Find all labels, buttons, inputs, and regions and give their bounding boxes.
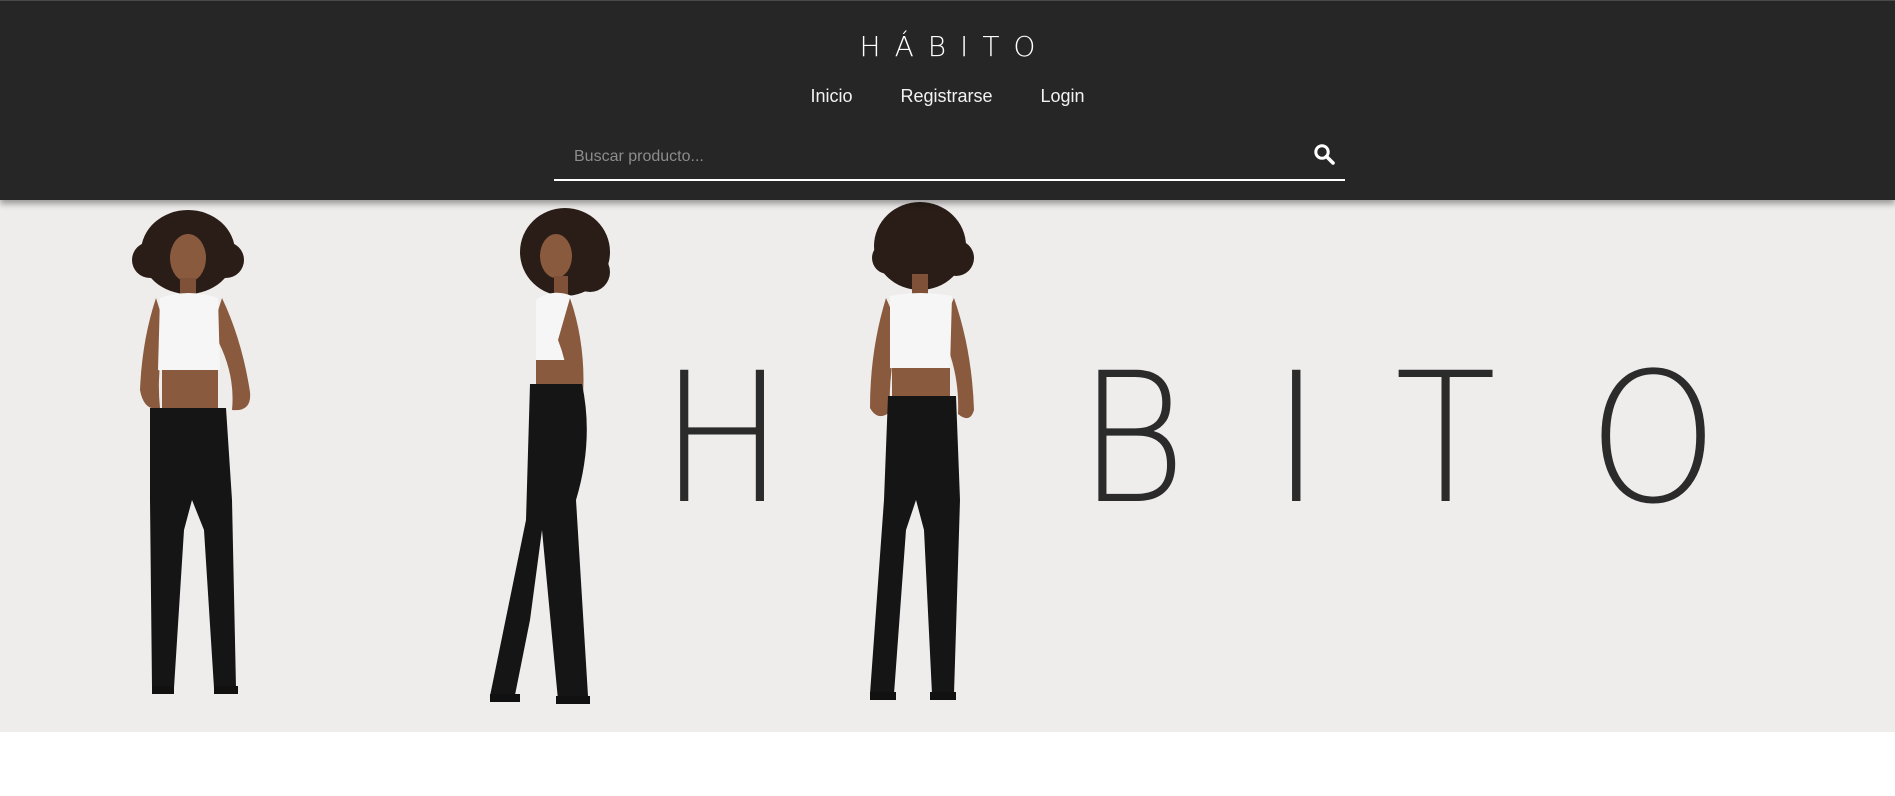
site-header: HÁBITO Inicio Registrarse Login bbox=[0, 0, 1895, 200]
search-icon[interactable] bbox=[1311, 141, 1339, 169]
hero-letter-b: B bbox=[1078, 335, 1187, 544]
search-bar bbox=[554, 135, 1345, 181]
hero-letter-t: T bbox=[1395, 335, 1497, 544]
search-input[interactable] bbox=[554, 135, 1294, 179]
model-side-image bbox=[490, 208, 610, 704]
main-nav: Inicio Registrarse Login bbox=[0, 83, 1895, 109]
brand-logo[interactable]: HÁBITO bbox=[0, 29, 1895, 65]
hero-banner: H B I T O bbox=[0, 200, 1895, 732]
model-front-image bbox=[132, 210, 251, 694]
nav-link-login[interactable]: Login bbox=[1041, 83, 1085, 109]
model-back-image bbox=[870, 202, 974, 700]
hero-letter-o: O bbox=[1588, 335, 1719, 544]
hero-letter-i: I bbox=[1272, 335, 1321, 544]
hero-letter-h: H bbox=[660, 335, 785, 544]
nav-link-inicio[interactable]: Inicio bbox=[810, 83, 852, 109]
nav-link-registrarse[interactable]: Registrarse bbox=[900, 83, 992, 109]
